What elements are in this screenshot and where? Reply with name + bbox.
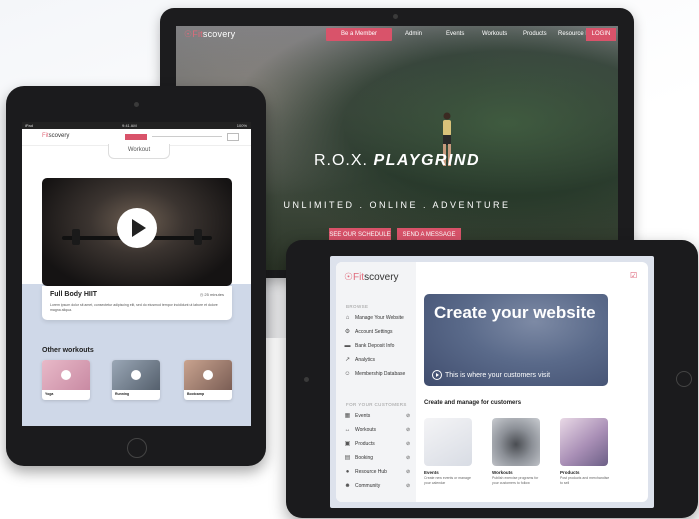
sidebar-item-analytics[interactable]: ↗ Analytics <box>344 356 416 366</box>
home-icon: ⌂ <box>345 315 350 321</box>
workout-thumb-bootcamp[interactable]: Bootcamp <box>184 360 232 400</box>
sidebar-item-account-settings[interactable]: ⚙ Account Settings <box>344 328 416 338</box>
sidebar-item-membership[interactable]: ☺ Membership Database <box>344 370 416 380</box>
customers-section-label: FOR YOUR CUSTOMERS <box>346 402 407 407</box>
desktop-logo[interactable]: ☉Fitscovery <box>184 29 235 40</box>
right-tablet: ☉Fitscovery BROWSE ⌂ Manage Your Website… <box>286 240 698 518</box>
hide-icon[interactable]: ⊘ <box>406 441 410 447</box>
calendar-icon: ▦ <box>344 413 351 419</box>
card-image <box>424 418 472 466</box>
section-heading: Create and manage for customers <box>424 400 522 406</box>
tablet-logo[interactable]: Fitscovery <box>42 133 69 139</box>
banner-title: Create your website <box>434 303 596 322</box>
home-button[interactable] <box>676 371 692 387</box>
card-image <box>560 418 608 466</box>
sidebar-item-booking[interactable]: ▤ Booking ⊘ <box>344 454 416 464</box>
video-description: Lorem ipsum dolor sit amet, consectetur … <box>50 303 218 312</box>
left-tablet-screen: iPad 9:41 AM 100% Fitscovery Workout Ful… <box>22 122 251 426</box>
barbell-plate <box>72 229 80 245</box>
workout-thumb-yoga[interactable]: Yoga <box>42 360 90 400</box>
card-image <box>492 418 540 466</box>
play-icon[interactable] <box>117 208 157 248</box>
camera-dot <box>134 102 139 107</box>
browse-section-label: BROWSE <box>346 304 369 309</box>
hide-icon[interactable]: ⊘ <box>406 413 410 419</box>
sidebar-item-events[interactable]: ▦ Events ⊘ <box>344 412 416 422</box>
community-icon: ☻ <box>344 483 351 489</box>
booking-icon: ▤ <box>344 455 351 461</box>
create-website-banner[interactable]: Create your website This is where your c… <box>424 294 608 386</box>
member-button[interactable] <box>125 134 147 140</box>
membership-icon: ☺ <box>344 371 351 377</box>
notification-bell-icon[interactable]: ☑ <box>630 272 638 280</box>
sidebar-item-resource-hub[interactable]: ● Resource Hub ⊘ <box>344 468 416 478</box>
workout-tab[interactable]: Workout <box>108 144 170 159</box>
analytics-icon: ↗ <box>344 357 351 363</box>
gear-icon: ⚙ <box>344 329 351 335</box>
mockup-stage: ☉Fitscovery Be a Member Admin Events Wor… <box>0 0 699 519</box>
sidebar-item-community[interactable]: ☻ Community ⊘ <box>344 482 416 492</box>
video-info-card: Full Body HIIT ◷ 25 minutes Lorem ipsum … <box>42 286 232 320</box>
bank-icon: ▬ <box>344 343 351 349</box>
nav-workouts[interactable]: Workouts <box>482 28 507 41</box>
right-tablet-screen: ☉Fitscovery BROWSE ⌂ Manage Your Website… <box>330 256 654 508</box>
duration-label: ◷ 25 minutes <box>199 292 224 297</box>
nav-events[interactable]: Events <box>446 28 464 41</box>
admin-dashboard: ☉Fitscovery BROWSE ⌂ Manage Your Website… <box>336 262 648 502</box>
nav-products[interactable]: Products <box>523 28 547 41</box>
card-workouts[interactable]: Workouts Publish exercise programs for y… <box>492 418 540 498</box>
workout-thumb-running[interactable]: Running <box>112 360 160 400</box>
play-icon <box>203 370 213 380</box>
hide-icon[interactable]: ⊘ <box>406 427 410 433</box>
hide-icon[interactable]: ⊘ <box>406 469 410 475</box>
desktop-navbar: ☉Fitscovery Be a Member Admin Events Wor… <box>176 26 618 43</box>
nav-links <box>152 136 222 137</box>
banner-subtitle: This is where your customers visit <box>432 370 550 380</box>
login-button[interactable] <box>227 133 239 141</box>
hide-icon[interactable]: ⊘ <box>406 483 410 489</box>
sidebar: ☉Fitscovery BROWSE ⌂ Manage Your Website… <box>336 262 416 502</box>
play-icon <box>61 370 71 380</box>
sidebar-item-manage-website[interactable]: ⌂ Manage Your Website <box>344 314 416 324</box>
sidebar-item-workouts[interactable]: ↔ Workouts ⊘ <box>344 426 416 436</box>
be-a-member-button[interactable]: Be a Member <box>326 28 392 41</box>
home-button[interactable] <box>127 438 147 458</box>
left-tablet: iPad 9:41 AM 100% Fitscovery Workout Ful… <box>6 86 266 466</box>
camera-dot <box>304 377 309 382</box>
barbell-plate <box>194 229 202 245</box>
status-bar: iPad 9:41 AM 100% <box>22 122 251 129</box>
bag-icon: ▣ <box>344 441 351 447</box>
nav-admin[interactable]: Admin <box>405 28 422 41</box>
hide-icon[interactable]: ⊘ <box>406 455 410 461</box>
play-circle-icon <box>432 370 442 380</box>
play-icon <box>131 370 141 380</box>
card-products[interactable]: Products Post products and merchandise t… <box>560 418 609 498</box>
card-events[interactable]: Events Create new events or manage your … <box>424 418 472 498</box>
other-workouts-heading: Other workouts <box>42 347 94 354</box>
sidebar-logo[interactable]: ☉Fitscovery <box>344 272 399 283</box>
camera-dot <box>393 14 398 19</box>
login-button[interactable]: LOGIN <box>586 28 616 41</box>
video-player[interactable] <box>42 178 232 286</box>
pin-icon: ☉ <box>344 272 353 283</box>
video-title: Full Body HIIT <box>50 291 98 298</box>
sidebar-item-bank-deposit[interactable]: ▬ Bank Deposit Info <box>344 342 416 352</box>
resource-icon: ● <box>345 469 350 475</box>
sidebar-item-products[interactable]: ▣ Products ⊘ <box>344 440 416 450</box>
dumbbell-icon: ↔ <box>344 427 351 433</box>
